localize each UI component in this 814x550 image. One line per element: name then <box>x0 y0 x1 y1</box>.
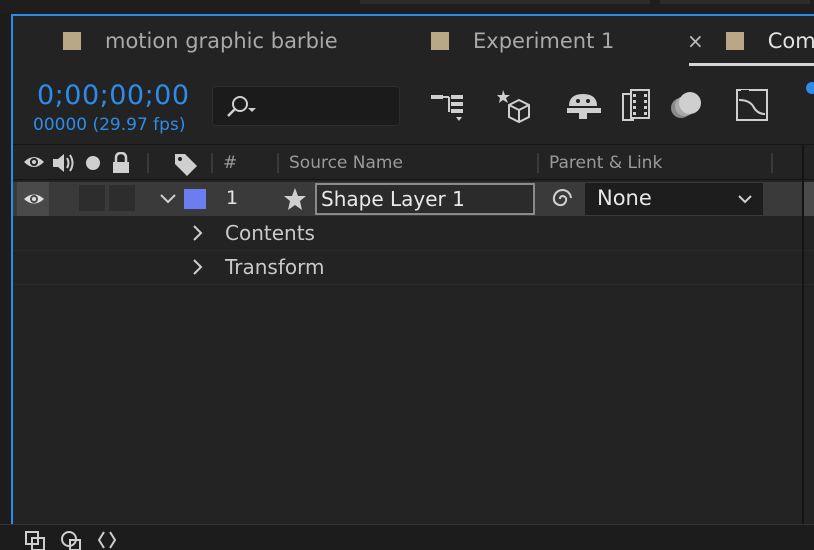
tab-bar: motion graphic barbie Experiment 1 × Com… <box>13 16 814 66</box>
property-row-contents[interactable]: Contents <box>13 216 814 251</box>
column-number-label: # <box>223 153 238 173</box>
pickwhip-icon[interactable] <box>547 186 573 212</box>
timeline-toolbar: 0;00;00;00 00000 (29.97 fps) <box>13 66 814 144</box>
layer-switches-icon[interactable] <box>24 530 46 550</box>
motion-blur-icon[interactable] <box>669 86 709 126</box>
audio-icon[interactable] <box>51 152 75 174</box>
current-time-display[interactable]: 0;00;00;00 <box>37 80 190 111</box>
comp-color-swatch <box>63 32 81 50</box>
timeline-bottom-bar <box>0 524 814 550</box>
property-label: Contents <box>225 221 315 245</box>
comp-flowchart-icon[interactable] <box>429 86 469 126</box>
layer-number: 1 <box>226 187 239 209</box>
tab-experiment-1[interactable]: Experiment 1 <box>431 16 614 66</box>
chevron-down-icon[interactable] <box>159 193 177 205</box>
in-out-icon[interactable] <box>96 530 118 550</box>
chevron-right-icon[interactable] <box>191 258 203 276</box>
chevron-right-icon[interactable] <box>191 224 203 242</box>
draft-3d-icon[interactable] <box>497 86 537 126</box>
tab-label: Comp <box>767 29 814 53</box>
tab-label: Experiment 1 <box>473 29 615 53</box>
top-divider <box>360 0 650 4</box>
property-label: Transform <box>225 255 325 279</box>
lock-toggle[interactable] <box>109 185 135 211</box>
column-divider <box>771 153 773 173</box>
property-row-transform[interactable]: Transform <box>13 250 814 285</box>
eye-icon[interactable] <box>23 152 45 172</box>
tab-comp[interactable]: × Comp <box>687 16 814 66</box>
column-divider <box>537 153 539 173</box>
side-indicator <box>806 82 814 94</box>
parent-dropdown[interactable]: None <box>585 183 763 215</box>
layer-row[interactable]: 1 Shape Layer 1 None <box>13 182 814 216</box>
eye-icon <box>24 194 44 204</box>
transfer-controls-icon[interactable] <box>60 530 82 550</box>
column-parent-link-label[interactable]: Parent & Link <box>549 153 662 173</box>
solo-icon[interactable] <box>85 152 101 172</box>
video-toggle[interactable] <box>17 182 49 216</box>
search-icon <box>227 96 256 117</box>
solo-toggle[interactable] <box>79 185 105 211</box>
tab-motion-graphic-barbie[interactable]: motion graphic barbie <box>63 16 338 66</box>
column-source-name-label[interactable]: Source Name <box>289 153 403 173</box>
column-header-row: # Source Name Parent & Link <box>13 144 814 180</box>
top-strip <box>0 0 814 14</box>
layer-search-input[interactable] <box>212 86 400 126</box>
chevron-down-icon <box>738 195 752 204</box>
star-icon <box>284 188 306 210</box>
parent-value: None <box>597 186 652 210</box>
shy-layers-icon[interactable] <box>565 86 605 126</box>
close-icon[interactable]: × <box>687 29 704 53</box>
comp-color-swatch <box>431 32 449 50</box>
column-divider <box>147 153 149 173</box>
frame-blending-icon[interactable] <box>619 86 659 126</box>
comp-color-swatch <box>725 32 744 50</box>
top-divider <box>660 0 810 4</box>
timeline-bar-edge <box>803 182 814 216</box>
label-tag-icon[interactable] <box>173 152 199 176</box>
lock-icon[interactable] <box>111 152 131 174</box>
frame-count-display: 00000 (29.97 fps) <box>33 115 186 135</box>
timeline-panel: motion graphic barbie Experiment 1 × Com… <box>11 14 814 524</box>
layer-label-color[interactable] <box>184 189 206 209</box>
column-divider <box>211 153 213 173</box>
tab-label: motion graphic barbie <box>105 29 338 53</box>
column-divider <box>277 153 279 173</box>
timeline-divider[interactable] <box>802 144 804 524</box>
layer-name-field[interactable]: Shape Layer 1 <box>315 183 535 215</box>
graph-editor-icon[interactable] <box>733 86 773 126</box>
